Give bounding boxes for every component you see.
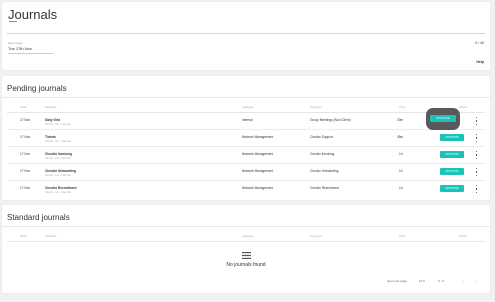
page-title: Journals bbox=[8, 7, 58, 22]
row-time: 20m bbox=[397, 118, 404, 122]
pending-journals-card: Pending journals Date Services Category … bbox=[2, 76, 490, 200]
progress-track bbox=[7, 33, 485, 34]
date-range-underline bbox=[8, 53, 53, 54]
row-date: 17 Nov bbox=[20, 135, 31, 139]
approve-button[interactable]: APPROVE bbox=[440, 185, 464, 192]
row-service-sub: Circuit - Uk - Internal bbox=[45, 190, 71, 194]
next-page-icon[interactable]: › bbox=[476, 279, 477, 283]
row-category: Internal bbox=[242, 118, 253, 122]
date-range-label: Date range bbox=[8, 41, 23, 45]
column-header-category[interactable]: Category bbox=[242, 105, 254, 109]
approve-button[interactable]: APPROVE bbox=[440, 151, 464, 158]
standard-journals-title: Standard journals bbox=[7, 213, 70, 222]
column-header-time[interactable]: Time bbox=[399, 234, 406, 238]
column-header-date[interactable]: Date bbox=[20, 105, 26, 109]
row-date: 17 Nov bbox=[20, 169, 31, 173]
section-divider bbox=[2, 97, 490, 98]
row-tool-type: Circutio Invoicing bbox=[310, 152, 335, 156]
row-time: 1h bbox=[399, 152, 403, 156]
row-more-icon[interactable] bbox=[475, 185, 478, 193]
row-date: 17 Nov bbox=[20, 186, 31, 190]
column-header-services[interactable]: Services bbox=[45, 234, 57, 238]
table-row: 17 Nov Tickets Circuit - Uk - Internal N… bbox=[7, 130, 485, 147]
table-row: 17 Nov Daily Grid Circuit - Uk - Interna… bbox=[7, 113, 485, 130]
column-header-services[interactable]: Services bbox=[45, 105, 57, 109]
prev-page-icon[interactable]: ‹ bbox=[463, 279, 464, 283]
row-time: 1h bbox=[399, 169, 403, 173]
journal-count: 0 / 40 bbox=[475, 41, 484, 45]
column-header-tool-type[interactable]: Tool type bbox=[310, 105, 322, 109]
list-icon bbox=[242, 252, 251, 259]
journals-header-card: Journals Date range Tue 17th Nov 0 / 40 … bbox=[2, 2, 490, 70]
column-header-tool-type[interactable]: Tool type bbox=[310, 234, 322, 238]
page-range: 0 - 0 bbox=[438, 279, 445, 283]
row-time: 1h bbox=[399, 186, 403, 190]
items-per-page-select[interactable]: 10 ▾ bbox=[419, 279, 425, 283]
chevron-down-icon: ▾ bbox=[423, 279, 425, 283]
column-header-time[interactable]: Time bbox=[399, 105, 406, 109]
row-more-icon[interactable] bbox=[475, 151, 478, 159]
row-date: 17 Nov bbox=[20, 118, 31, 122]
row-category: Network Management bbox=[242, 169, 274, 173]
row-category: Network Management bbox=[242, 135, 274, 139]
row-more-icon[interactable] bbox=[475, 117, 478, 125]
pending-journals-title: Pending journals bbox=[7, 84, 67, 93]
column-header-date[interactable]: Date bbox=[20, 234, 26, 238]
table-row: 17 Nov Circutio Invoicing Circuit - Uk -… bbox=[7, 147, 485, 164]
column-header-action: Action bbox=[459, 234, 468, 238]
row-more-icon[interactable] bbox=[475, 168, 478, 176]
approve-button[interactable]: APPROVE bbox=[430, 115, 456, 122]
approve-button[interactable]: APPROVE bbox=[440, 134, 464, 141]
row-category: Network Management bbox=[242, 186, 274, 190]
approve-button-focus-ring: APPROVE bbox=[426, 108, 460, 130]
row-tool-type: Circutio Recruitment bbox=[310, 186, 339, 190]
help-link[interactable]: Help bbox=[476, 60, 484, 64]
table-row: 17 Nov Circutio Recruitment Circuit - Uk… bbox=[7, 181, 485, 198]
row-tool-type: Group Meetings (Non Client) bbox=[310, 118, 351, 122]
row-service-sub: Circuit - Uk - Internal bbox=[45, 122, 71, 126]
approve-button[interactable]: APPROVE bbox=[440, 168, 464, 175]
date-range-input[interactable]: Tue 17th Nov bbox=[8, 46, 32, 51]
items-per-page-value: 10 bbox=[419, 279, 423, 283]
row-more-icon[interactable] bbox=[475, 134, 478, 142]
standard-journals-card: Standard journals Date Services Category… bbox=[2, 205, 490, 293]
row-service-sub: Circuit - Uk - Internal bbox=[45, 173, 71, 177]
row-service-sub: Circuit - Uk - Internal bbox=[45, 156, 71, 160]
row-tool-type: Circutio Onboarding bbox=[310, 169, 339, 173]
row-service-sub: Circuit - Uk - Internal bbox=[45, 139, 71, 143]
empty-state-text: No journals found bbox=[226, 262, 266, 268]
column-header-category[interactable]: Category bbox=[242, 234, 254, 238]
title-accent-bar bbox=[9, 21, 17, 22]
row-time: 45m bbox=[397, 135, 404, 139]
row-category: Network Management bbox=[242, 152, 274, 156]
row-tool-type: Circutio Support bbox=[310, 135, 333, 139]
items-per-page-label: Items per page bbox=[387, 279, 408, 283]
table-head-rule bbox=[7, 241, 485, 242]
table-row: 17 Nov Circutio Onboarding Circuit - Uk … bbox=[7, 164, 485, 181]
section-divider bbox=[2, 226, 490, 227]
row-date: 17 Nov bbox=[20, 152, 31, 156]
column-header-action: Action bbox=[459, 105, 468, 109]
